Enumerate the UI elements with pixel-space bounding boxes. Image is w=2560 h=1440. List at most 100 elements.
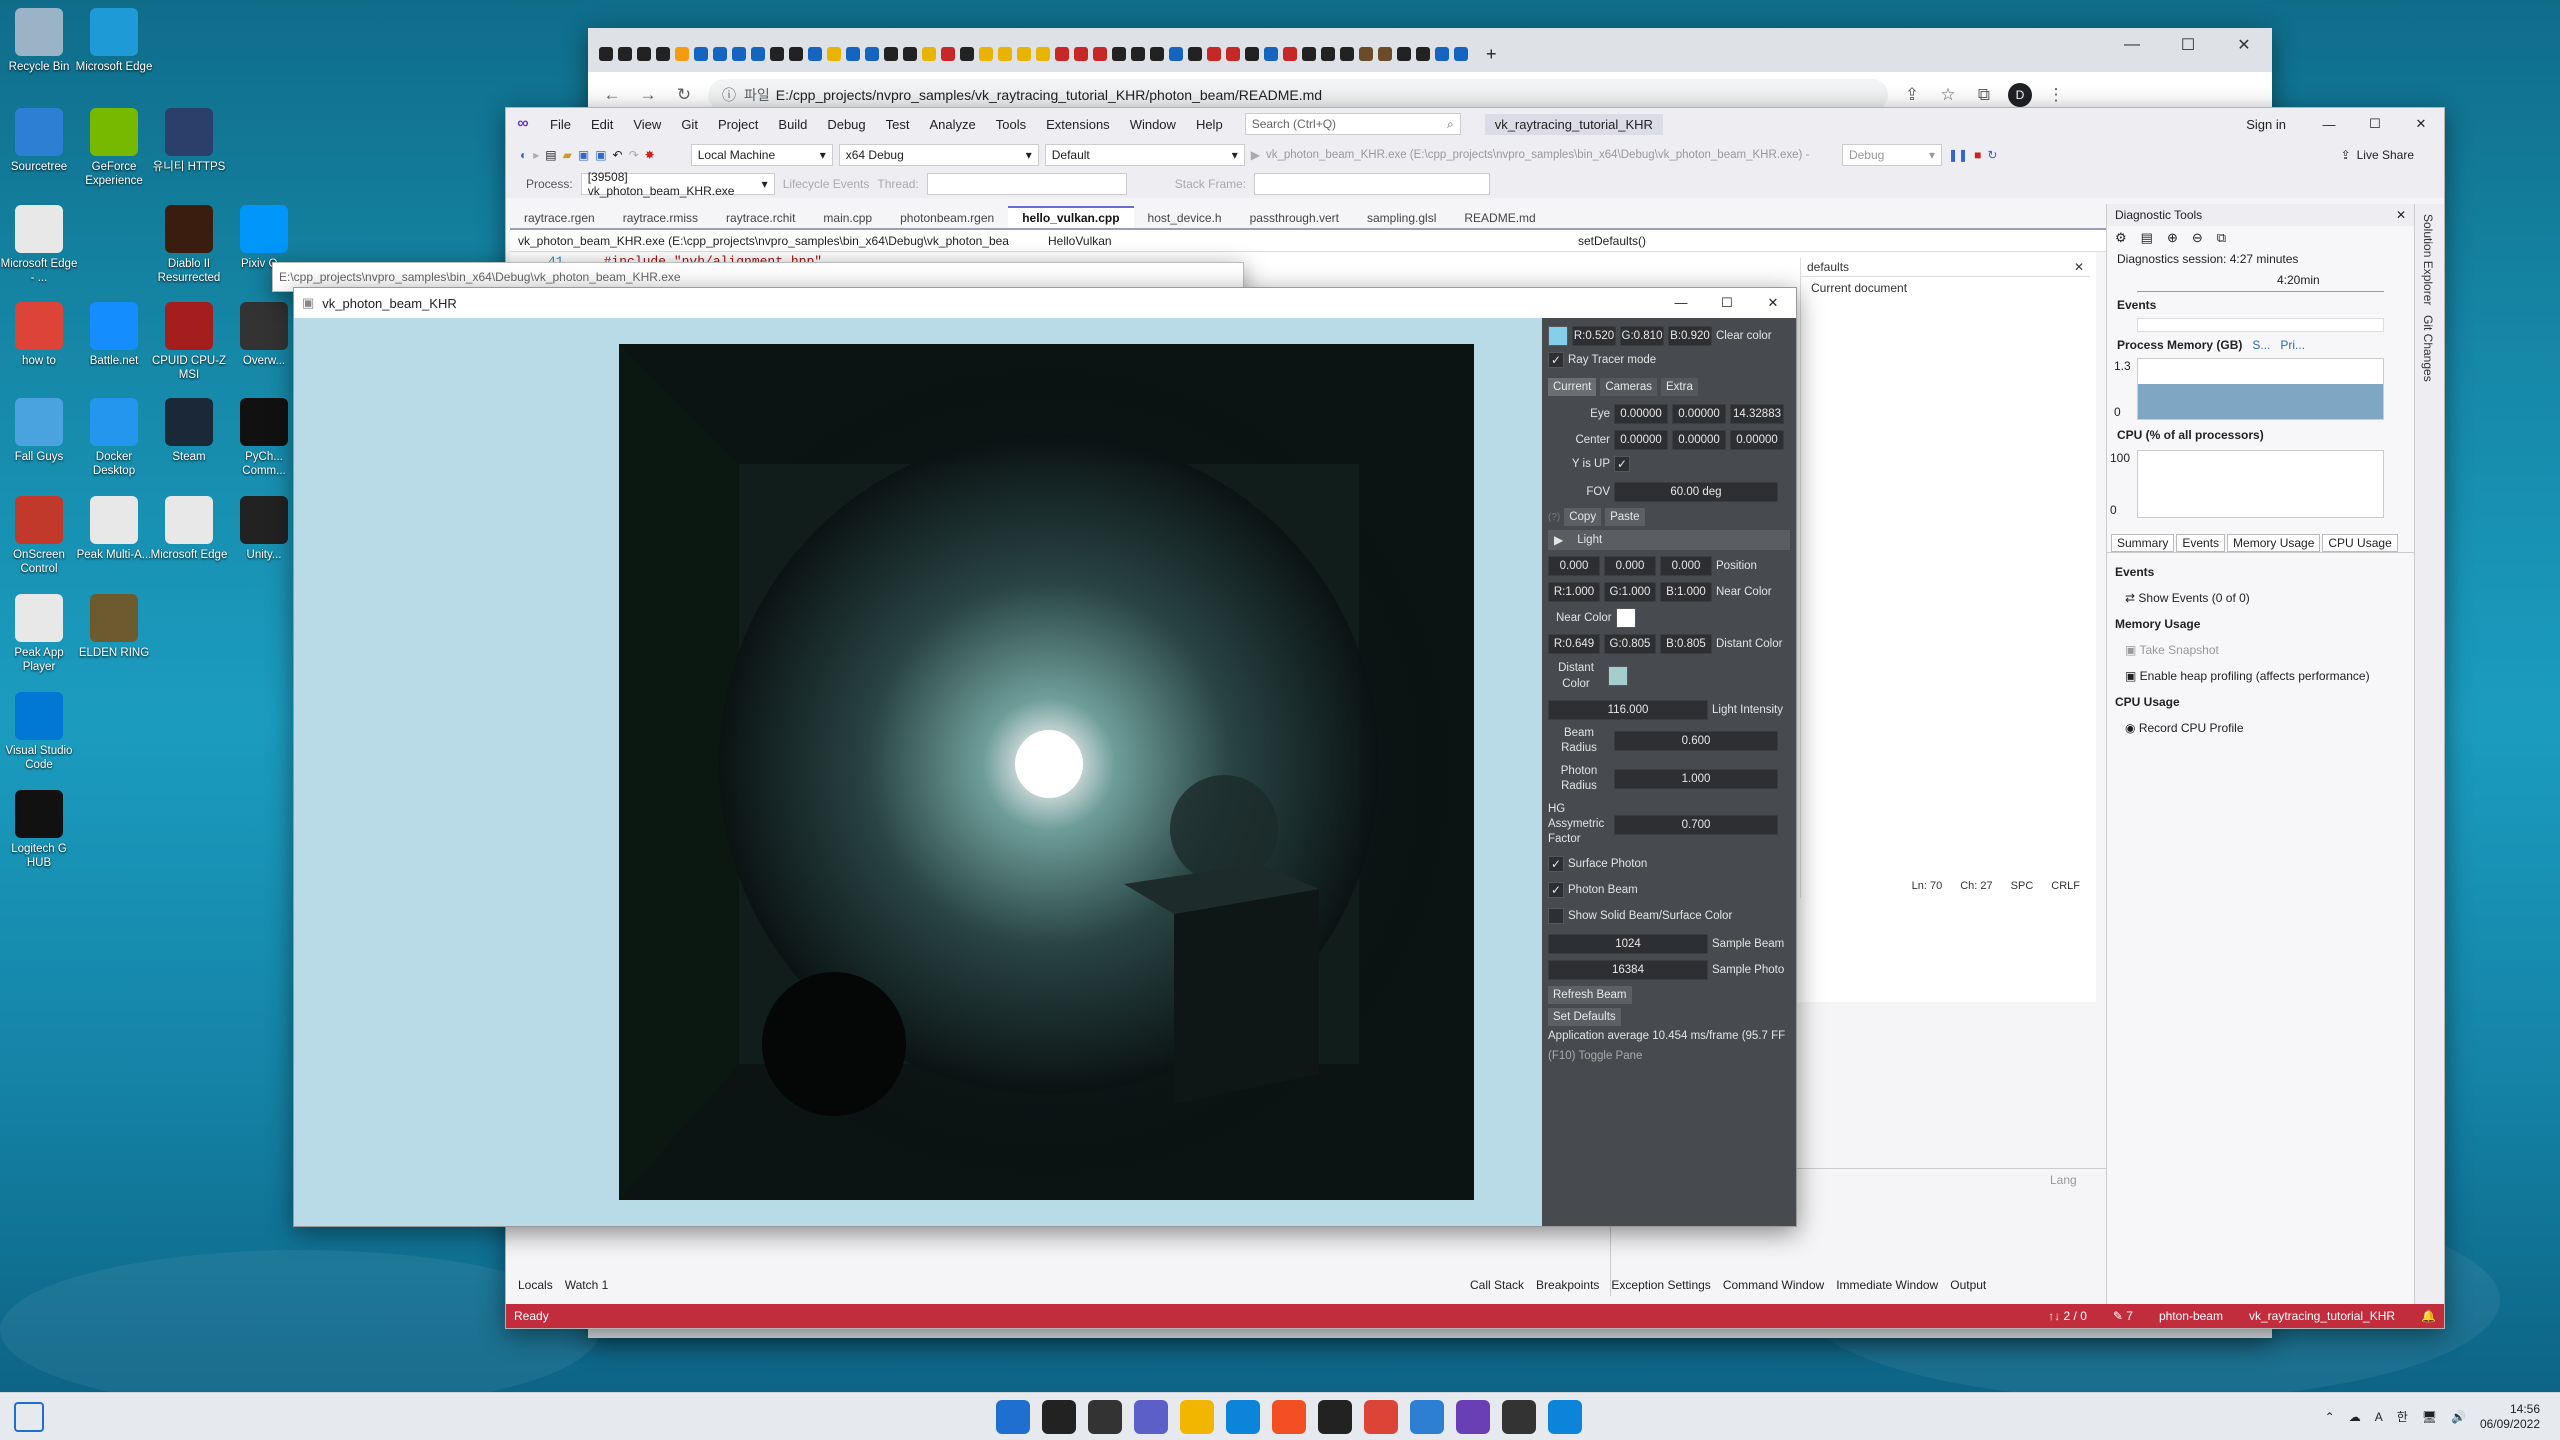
distant-g-field[interactable]: G:0.805 — [1604, 634, 1656, 654]
menu-view[interactable]: View — [623, 117, 671, 132]
new-tab-button[interactable]: + — [1486, 44, 1497, 65]
menu-build[interactable]: Build — [768, 117, 817, 132]
sample-photon-slider[interactable]: 16384 — [1548, 960, 1708, 980]
document-tab[interactable]: host_device.h — [1134, 208, 1236, 228]
refresh-beam-button[interactable]: Refresh Beam — [1548, 986, 1632, 1004]
desktop-icon[interactable]: Sourcetree — [0, 108, 78, 174]
desktop-icon[interactable]: Battle.net — [75, 302, 153, 368]
pause-icon[interactable]: ❚❚ — [1948, 148, 1968, 162]
url-bar[interactable]: ⓘ 파일 E:/cpp_projects/nvpro_samples/vk_ra… — [708, 78, 1888, 111]
solution-explorer-tab[interactable]: Solution Explorer — [2421, 214, 2435, 305]
chrome-tab[interactable] — [903, 47, 917, 61]
photon-beam-checkbox[interactable]: ✓ — [1548, 882, 1564, 898]
document-tab[interactable]: raytrace.rchit — [712, 208, 809, 228]
settings-icon[interactable]: ⚙ — [2115, 230, 2127, 246]
document-tab[interactable]: raytrace.rgen — [510, 208, 609, 228]
thread-dropdown[interactable] — [926, 173, 1127, 195]
desktop-icon[interactable]: Logitech G HUB — [0, 790, 78, 870]
select-tools-icon[interactable]: ▤ — [2141, 230, 2153, 246]
fov-slider[interactable]: 60.00 deg — [1614, 482, 1778, 502]
document-tab[interactable]: passthrough.vert — [1236, 208, 1353, 228]
desktop-icon[interactable]: Microsoft Edge - ... — [0, 205, 78, 285]
sign-in-link[interactable]: Sign in — [2246, 117, 2286, 132]
desktop-icon[interactable]: Microsoft Edge — [75, 8, 153, 74]
photon-beam-app-window[interactable]: ▣ vk_photon_beam_KHR — ☐ ✕ R:0.520 G:0.8… — [293, 287, 1797, 1227]
distant-color-swatch[interactable] — [1608, 666, 1628, 686]
chrome-tab[interactable] — [1302, 47, 1316, 61]
star-icon[interactable]: ☆ — [1936, 83, 1960, 107]
bottom-tab[interactable]: Output — [1950, 1278, 1986, 1292]
render-viewport[interactable] — [619, 344, 1474, 1200]
nav-forward-icon[interactable]: ▸ — [533, 148, 539, 162]
menu-tools[interactable]: Tools — [986, 117, 1036, 132]
center-z-field[interactable]: 0.00000 — [1730, 430, 1784, 450]
desktop-icon[interactable]: CPUID CPU-Z MSI — [150, 302, 228, 382]
chrome-tab[interactable] — [1093, 47, 1107, 61]
close-button[interactable]: ✕ — [2398, 116, 2444, 132]
desktop-icon[interactable]: GeForce Experience — [75, 108, 153, 188]
chrome-tab[interactable] — [694, 47, 708, 61]
settings-panel[interactable]: R:0.520 G:0.810 B:0.920 Clear color ✓ Ra… — [1542, 318, 1796, 1226]
onedrive-icon[interactable]: ☁ — [2349, 1410, 2361, 1424]
nav-class-dropdown[interactable]: HelloVulkan — [1048, 234, 1548, 248]
edge-icon[interactable] — [1226, 1399, 1260, 1434]
eye-z-field[interactable]: 14.32883 — [1730, 404, 1784, 424]
console-icon[interactable] — [1502, 1399, 1536, 1434]
bottom-tab[interactable]: Exception Settings — [1611, 1278, 1710, 1292]
ray-tracer-checkbox[interactable]: ✓ — [1548, 352, 1564, 368]
vs-search-box[interactable]: Search (Ctrl+Q) ⌕ — [1244, 113, 1461, 135]
chrome-tab[interactable] — [827, 47, 841, 61]
chat-icon[interactable] — [1134, 1399, 1168, 1434]
bottom-tab[interactable]: Command Window — [1723, 1278, 1824, 1292]
ime-mode[interactable]: 한 — [2397, 1408, 2408, 1425]
document-tab[interactable]: sampling.glsl — [1353, 208, 1450, 228]
chrome-tab[interactable] — [1207, 47, 1221, 61]
close-button[interactable]: ✕ — [2216, 28, 2272, 62]
desktop-icon[interactable]: Steam — [150, 398, 228, 464]
chrome-tab[interactable] — [599, 47, 613, 61]
chrome-tab[interactable] — [770, 47, 784, 61]
minimize-button[interactable]: — — [2104, 28, 2160, 62]
near-color-swatch[interactable] — [1615, 608, 1636, 628]
show-solid-checkbox[interactable] — [1548, 908, 1564, 924]
chrome-tab[interactable] — [1321, 47, 1335, 61]
target-dropdown[interactable]: Local Machine ▾ — [690, 144, 833, 166]
document-tab[interactable]: README.md — [1450, 208, 1549, 228]
maximize-button[interactable]: ☐ — [2160, 28, 2216, 62]
desktop-icon[interactable]: Recycle Bin — [0, 8, 78, 74]
light-pos-y[interactable]: 0.000 — [1604, 556, 1656, 576]
chrome-tab[interactable] — [1245, 47, 1259, 61]
clock[interactable]: 14:56 06/09/2022 — [2480, 1402, 2540, 1432]
desktop-icon[interactable]: how to — [0, 302, 78, 368]
desktop-icon[interactable]: Peak App Player — [0, 594, 78, 674]
office-icon[interactable] — [1272, 1399, 1306, 1434]
desktop-icon[interactable]: 유니티 HTTPS — [150, 108, 228, 174]
menu-help[interactable]: Help — [1186, 117, 1233, 132]
chrome-tab[interactable] — [979, 47, 993, 61]
info-icon[interactable]: ⓘ — [722, 85, 736, 105]
diag-tab[interactable]: Events — [2176, 534, 2226, 552]
debug-target-icon[interactable]: ✸ — [645, 148, 655, 162]
desktop-icon[interactable]: Visual Studio Code — [0, 692, 78, 772]
chrome-tab[interactable] — [1074, 47, 1088, 61]
nav-method-dropdown[interactable]: setDefaults() — [1578, 234, 1646, 248]
chrome-tab[interactable] — [846, 47, 860, 61]
chrome-tab[interactable] — [808, 47, 822, 61]
chrome-tab[interactable] — [1036, 47, 1050, 61]
chrome-tab[interactable] — [713, 47, 727, 61]
sourcetree-icon[interactable] — [1410, 1399, 1444, 1434]
line-endings[interactable]: CRLF — [2051, 880, 2080, 898]
chrome-tab[interactable] — [1169, 47, 1183, 61]
diag-tab[interactable]: CPU Usage — [2322, 534, 2398, 552]
chrome-tab[interactable] — [789, 47, 803, 61]
center-y-field[interactable]: 0.00000 — [1672, 430, 1726, 450]
status-sync[interactable]: ↑↓ 2 / 0 — [2048, 1309, 2087, 1323]
process-dropdown[interactable]: [39508] vk_photon_beam_KHR.exe ▾ — [580, 170, 775, 198]
menu-edit[interactable]: Edit — [581, 117, 623, 132]
share-icon[interactable]: ⇪ — [1900, 83, 1924, 107]
show-events-link[interactable]: ⇄ Show Events (0 of 0) — [2115, 585, 2406, 611]
nav-scope-dropdown[interactable]: vk_photon_beam_KHR.exe (E:\cpp_projects\… — [518, 234, 1018, 248]
network-icon[interactable]: 🖥 — [2422, 1410, 2437, 1424]
chrome-tab[interactable] — [1112, 47, 1126, 61]
zoom-in-icon[interactable]: ⊕ — [2167, 230, 2178, 246]
